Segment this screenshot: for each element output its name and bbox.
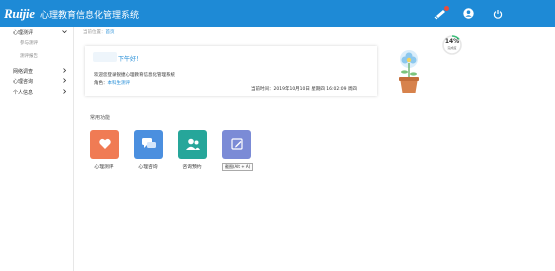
plant-illustration: [392, 47, 426, 95]
screenshot-tooltip: 截图(Alt + A): [222, 163, 254, 171]
function-tile-counseling[interactable]: [134, 130, 163, 159]
app-title: 心理教育信息化管理系统: [40, 11, 140, 21]
chevron-down-icon: [62, 29, 67, 36]
sidebar-item-label: 个人信息: [13, 90, 34, 96]
function-tile-survey[interactable]: [222, 130, 251, 159]
sidebar-item-label: 心理测评: [13, 30, 34, 36]
user-icon[interactable]: [462, 7, 475, 20]
role-value: 本科生测评: [107, 81, 131, 86]
function-label-appointment[interactable]: 咨询预约: [170, 163, 214, 170]
common-functions-title: 常用功能: [90, 115, 111, 121]
welcome-message: 欢迎您登录锐捷心理教育信息化管理系统: [94, 73, 175, 78]
role-line: 角色：本科生测评: [94, 80, 130, 86]
greeting-text: 下午好！: [118, 56, 143, 63]
breadcrumb: 当前位置：首页: [83, 29, 115, 35]
sidebar-item-assessment[interactable]: 心理测评: [0, 28, 73, 37]
sidebar-subitem-take-assessment[interactable]: 参与测评: [20, 40, 38, 46]
heart-icon: [98, 137, 112, 153]
people-icon: [185, 137, 201, 153]
power-icon[interactable]: [491, 7, 504, 20]
completion-percent: 14%: [444, 38, 460, 45]
greeting-decoration: [93, 52, 117, 62]
top-header: Ruijie 心理教育信息化管理系统: [0, 0, 555, 27]
function-label-assessment[interactable]: 心理测评: [82, 163, 126, 170]
welcome-card: 下午好！ 欢迎您登录锐捷心理教育信息化管理系统 角色：本科生测评 当前时间：20…: [85, 46, 377, 96]
function-tile-assessment[interactable]: [90, 130, 119, 159]
brand-logo: Ruijie: [4, 6, 35, 21]
chevron-right-icon: [62, 68, 67, 75]
sidebar-item-counseling[interactable]: 心理咨询: [0, 77, 73, 86]
sidebar-item-label: 心理咨询: [13, 79, 34, 85]
completion-label: 完成度: [447, 46, 457, 50]
function-label-counseling[interactable]: 心理咨询: [126, 163, 170, 170]
breadcrumb-prefix: 当前位置：: [83, 30, 106, 35]
chat-icon: [141, 137, 157, 153]
notification-badge: [444, 6, 449, 11]
message-icon[interactable]: [434, 6, 449, 20]
edit-icon: [230, 137, 244, 153]
chevron-right-icon: [62, 89, 67, 96]
function-tile-appointment[interactable]: [178, 130, 207, 159]
sidebar: 心理测评 参与测评 测评报告 网络调查 心理咨询 个人信息: [0, 27, 74, 271]
sidebar-item-label: 网络调查: [13, 69, 34, 75]
current-time: 当前时间：2019年10月10日 星期四 16:02:09 周四: [251, 87, 357, 92]
chevron-right-icon: [62, 78, 67, 85]
breadcrumb-home-link[interactable]: 首页: [106, 30, 115, 35]
sidebar-item-personal-info[interactable]: 个人信息: [0, 88, 73, 97]
sidebar-item-survey[interactable]: 网络调查: [0, 67, 73, 76]
sidebar-subitem-assessment-report[interactable]: 测评报告: [20, 53, 38, 59]
role-label: 角色：: [94, 81, 108, 86]
